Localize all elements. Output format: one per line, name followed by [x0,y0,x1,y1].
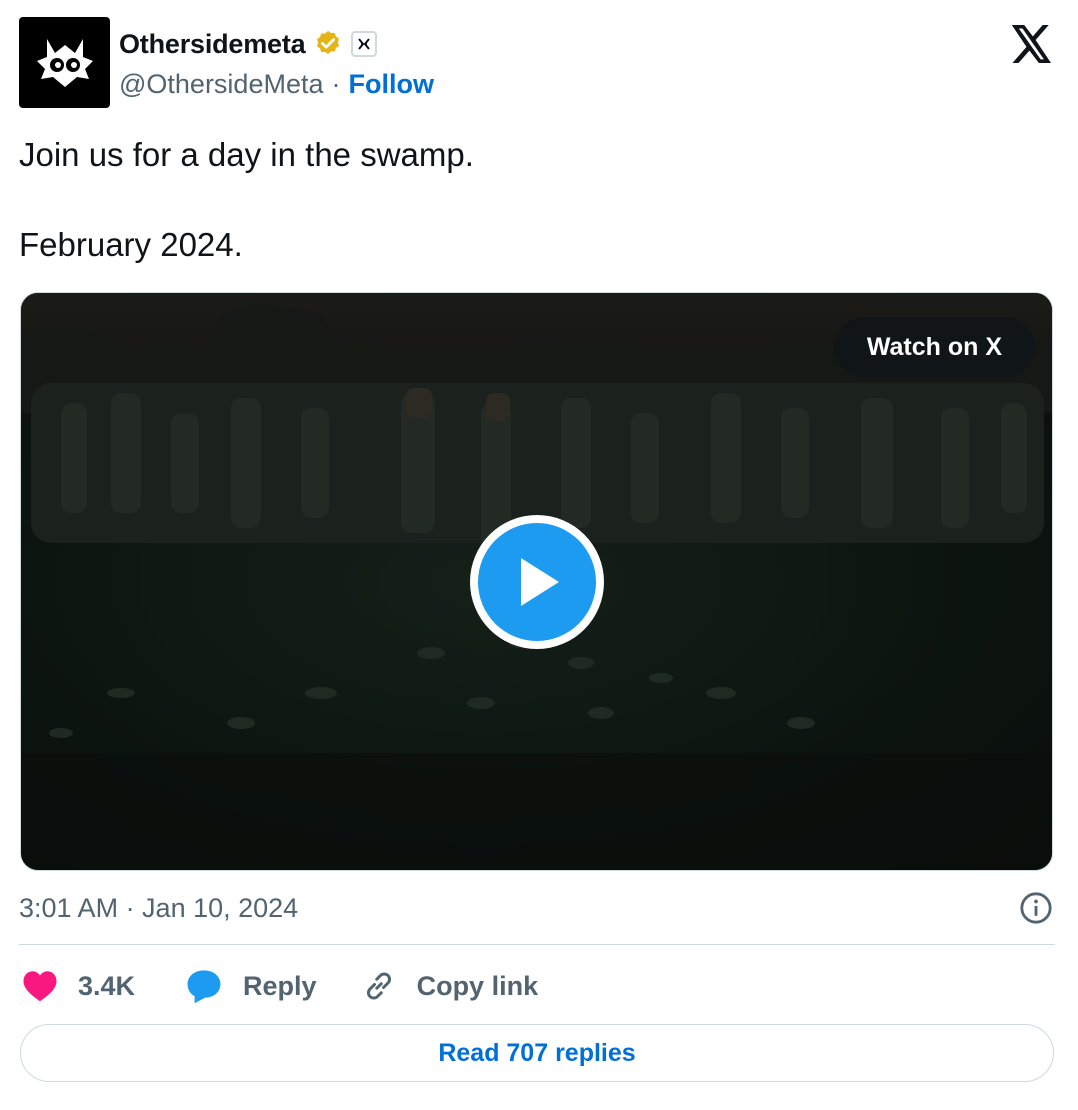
tweet-timestamp[interactable]: 3:01 AM · Jan 10, 2024 [19,893,298,924]
author-handle[interactable]: @OthersideMeta [119,69,324,100]
play-button[interactable] [470,515,604,649]
reply-bubble-icon [187,970,221,1004]
copy-link-label: Copy link [416,970,539,1001]
author-name-row: Othersidemeta [119,26,378,62]
reply-label: Reply [243,970,317,1001]
copy-link-button[interactable]: Copy link [361,968,539,1004]
reply-button[interactable]: Reply [185,968,317,1004]
play-icon [521,558,559,606]
divider [19,944,1055,945]
author-display-name[interactable]: Othersidemeta [119,29,306,60]
othersidemeta-logo-icon [36,38,93,87]
follow-button[interactable]: Follow [349,69,434,100]
author-avatar[interactable] [19,17,110,108]
author-handle-row: @OthersideMeta · Follow [119,66,434,102]
separator-dot: · [331,68,341,99]
play-button-inner [478,523,596,641]
link-icon [366,972,391,1000]
tweet-actions: 3.4K Reply Copy link [22,966,538,1006]
affiliation-badge-icon [351,31,378,57]
tweet-text: Join us for a day in the swamp. February… [19,136,474,263]
watch-on-x-button[interactable]: Watch on X [833,317,1035,377]
timestamp-row: 3:01 AM · Jan 10, 2024 [19,890,1053,926]
info-icon[interactable] [1019,891,1053,925]
heart-icon [23,971,57,1002]
read-replies-button[interactable]: Read 707 replies [20,1024,1054,1082]
like-count: 3.4K [78,970,136,1001]
x-logo-icon[interactable] [1011,25,1053,63]
like-button[interactable]: 3.4K [22,969,135,1003]
verified-badge-icon [317,30,340,55]
video-player[interactable]: Watch on X [20,292,1053,871]
